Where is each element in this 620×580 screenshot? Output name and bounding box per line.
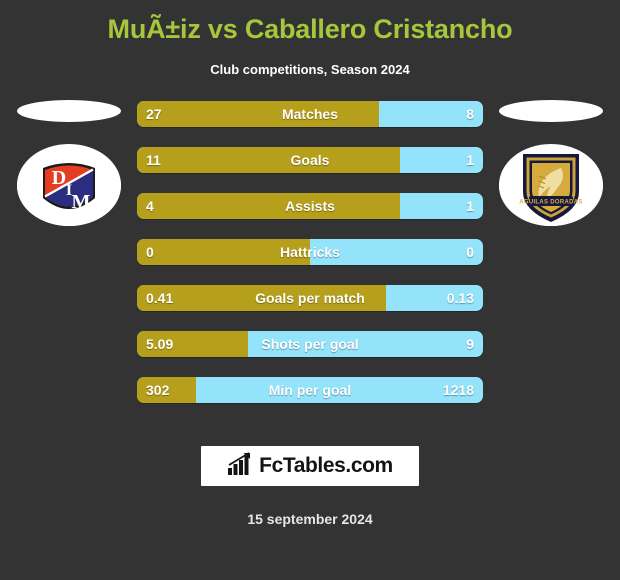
stat-label: Goals per match (255, 290, 365, 306)
stat-label: Hattricks (280, 244, 340, 260)
independiente-medellin-crest-icon: D I M (17, 146, 121, 226)
away-value: 0 (466, 244, 474, 260)
comparison-area: D I M AGUILAS DORADAS 27 Matches 8 11 Go… (0, 96, 620, 406)
away-team-crest[interactable]: AGUILAS DORADAS (486, 96, 616, 226)
stat-label: Matches (281, 106, 339, 122)
aguilas-doradas-crest-icon: AGUILAS DORADAS (499, 146, 603, 226)
generated-date: 15 september 2024 (247, 511, 373, 527)
fctables-logo[interactable]: FcTables.com (201, 446, 419, 486)
header: MuÃ±iz vs Caballero Cristancho Club comp… (0, 0, 620, 78)
stat-label: Min per goal (268, 382, 352, 398)
away-value: 1218 (442, 382, 474, 398)
away-crest-highlight-ellipse (499, 100, 603, 122)
stat-label: Shots per goal (261, 336, 359, 352)
stat-bar-list: 27 Matches 8 11 Goals 1 4 Assists 1 0 Ha… (137, 101, 483, 423)
page-title: MuÃ±iz vs Caballero Cristancho (107, 14, 513, 44)
footer: FcTables.com 15 september 2024 (0, 446, 620, 528)
stat-row[interactable]: 302 Min per goal 1218 (137, 377, 483, 403)
stat-row[interactable]: 5.09 Shots per goal 9 (137, 331, 483, 357)
brand-name: FcTables.com (259, 454, 393, 477)
stat-row[interactable]: 27 Matches 8 (137, 101, 483, 127)
svg-text:D: D (52, 167, 66, 189)
home-crest-highlight-ellipse (17, 100, 121, 122)
bar-chart-growth-icon (227, 451, 253, 481)
page-subtitle: Club competitions, Season 2024 (210, 62, 410, 77)
stat-row[interactable]: 4 Assists 1 (137, 193, 483, 219)
svg-text:M: M (72, 191, 91, 213)
stat-row[interactable]: 0.41 Goals per match 0.13 (137, 285, 483, 311)
away-value: 1 (466, 198, 474, 214)
stat-row[interactable]: 0 Hattricks 0 (137, 239, 483, 265)
stat-row[interactable]: 11 Goals 1 (137, 147, 483, 173)
away-value: 8 (466, 106, 474, 122)
away-value: 1 (466, 152, 474, 168)
away-value: 9 (466, 336, 474, 352)
stat-label: Assists (285, 198, 335, 214)
svg-text:AGUILAS DORADAS: AGUILAS DORADAS (519, 200, 583, 206)
home-team-crest[interactable]: D I M (4, 96, 134, 226)
away-value: 0.13 (446, 290, 474, 306)
stat-label: Goals (290, 152, 330, 168)
